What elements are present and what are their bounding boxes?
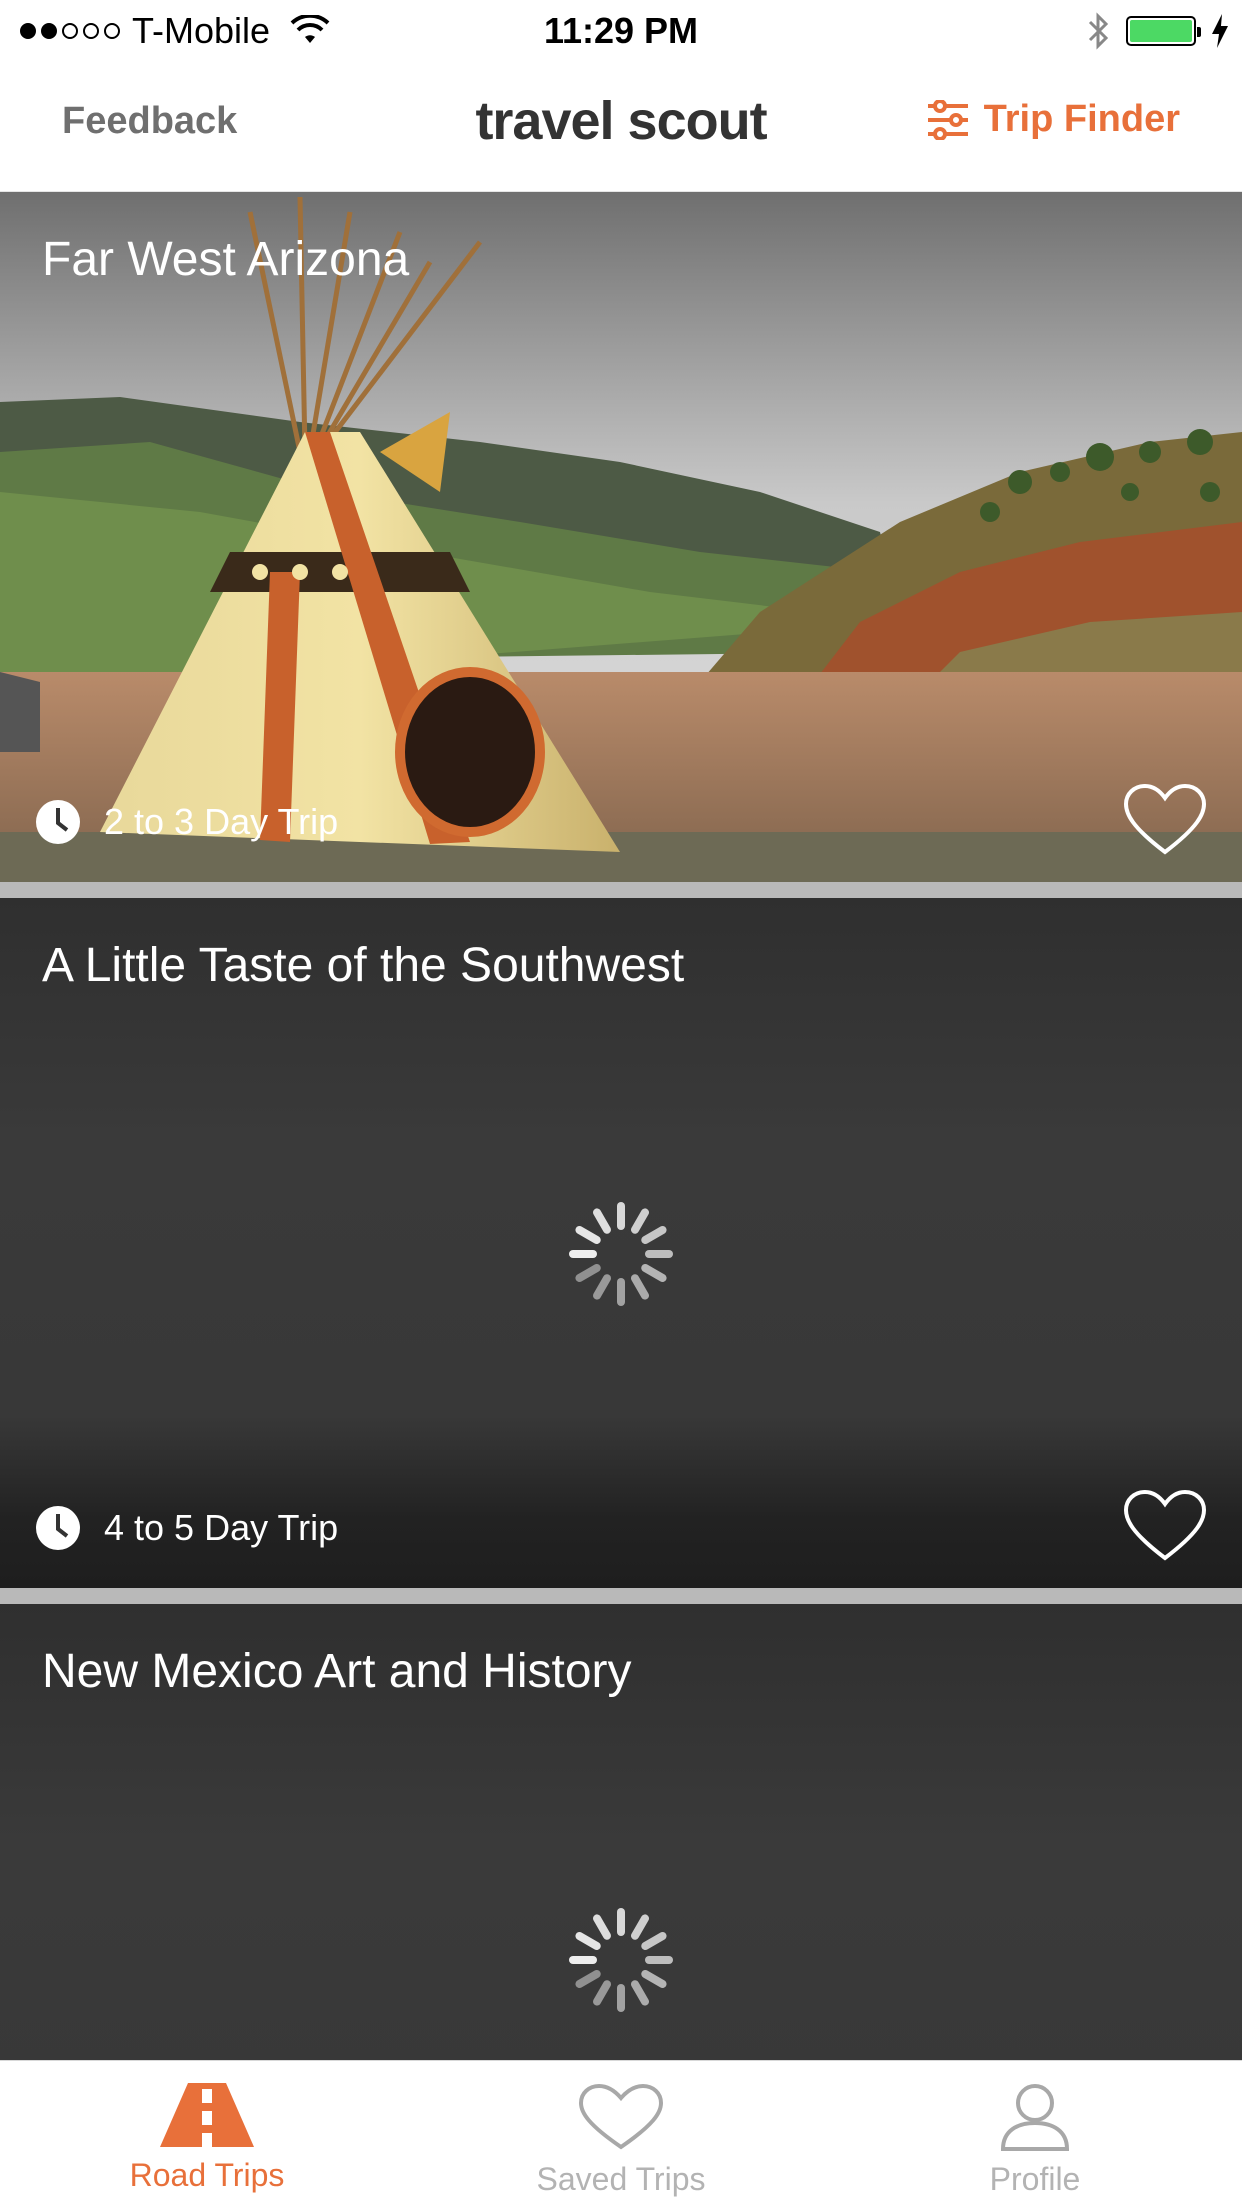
trip-feed[interactable]: Far West Arizona 2 to 3 Day Trip A Littl… <box>0 192 1242 2060</box>
charging-bolt-icon <box>1212 14 1228 48</box>
battery-icon <box>1126 16 1201 46</box>
bluetooth-icon <box>1088 12 1109 50</box>
save-trip-heart-icon[interactable] <box>1122 782 1208 858</box>
tab-road-trips[interactable]: Road Trips <box>0 2061 414 2208</box>
loading-spinner-icon <box>569 1202 673 1306</box>
battery-fill <box>1130 20 1192 42</box>
clock: 11:29 PM <box>543 10 699 51</box>
trip-duration: 4 to 5 Day Trip <box>34 1504 338 1552</box>
tab-bar: Road Trips Saved Trips Profile <box>0 2060 1242 2208</box>
trip-card[interactable]: A Little Taste of the Southwest 4 to 5 D… <box>0 898 1242 1588</box>
trip-finder-button[interactable]: Trip Finder <box>926 98 1180 141</box>
trip-duration-label: 2 to 3 Day Trip <box>104 801 339 842</box>
clock-icon <box>36 1506 80 1550</box>
trip-card[interactable]: Far West Arizona 2 to 3 Day Trip <box>0 192 1242 882</box>
clock-icon <box>36 800 80 844</box>
tab-label: Profile <box>989 2161 1081 2197</box>
tab-label: Road Trips <box>129 2157 285 2193</box>
loading-spinner-icon <box>569 1908 673 2012</box>
tab-saved-trips[interactable]: Saved Trips <box>414 2061 828 2208</box>
feedback-button[interactable]: Feedback <box>62 100 237 143</box>
road-icon <box>160 2083 254 2147</box>
trip-card[interactable]: New Mexico Art and History <box>0 1604 1242 2060</box>
trip-title: Far West Arizona <box>42 233 410 286</box>
tab-label: Saved Trips <box>536 2161 706 2197</box>
trip-finder-label: Trip Finder <box>983 98 1180 140</box>
trip-title: A Little Taste of the Southwest <box>42 939 685 992</box>
trip-photo <box>0 192 1242 882</box>
trip-title: New Mexico Art and History <box>42 1645 632 1698</box>
heart-icon <box>578 2083 664 2150</box>
save-trip-heart-icon[interactable] <box>1122 1488 1208 1564</box>
person-icon <box>1000 2084 1070 2151</box>
tab-profile[interactable]: Profile <box>828 2061 1242 2208</box>
trip-duration-label: 4 to 5 Day Trip <box>104 1507 339 1548</box>
trip-duration: 2 to 3 Day Trip <box>34 798 338 846</box>
status-bar: T-Mobile 11:29 PM <box>0 0 1242 62</box>
filter-sliders-icon <box>927 99 968 140</box>
navigation-bar: Feedback travel scout Trip Finder <box>0 62 1242 192</box>
status-right <box>1086 8 1228 54</box>
